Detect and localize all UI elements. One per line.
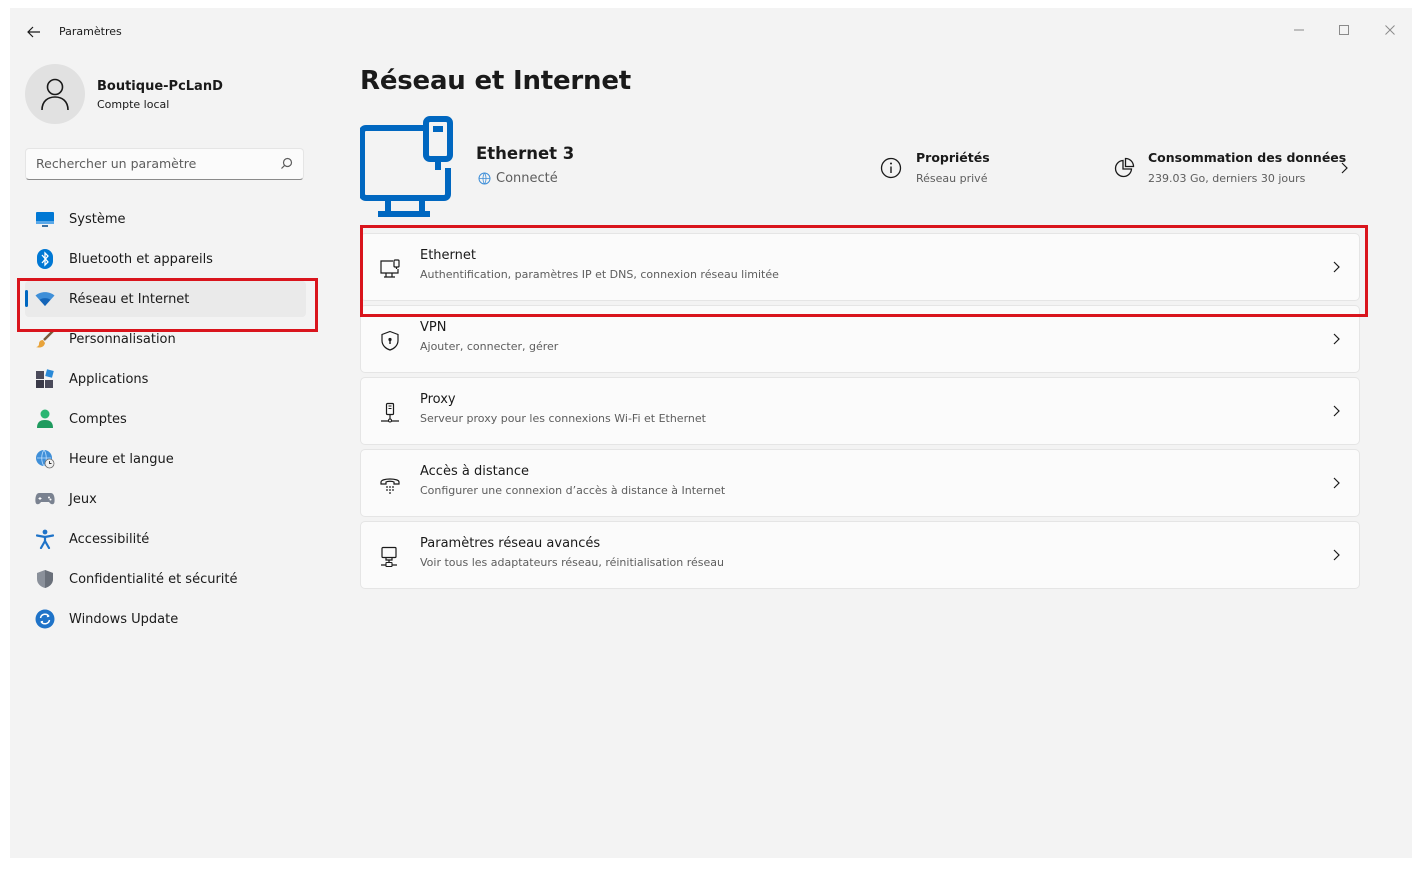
sidebar-item-label: Bluetooth et appareils <box>69 252 213 267</box>
search-input[interactable] <box>36 156 276 171</box>
user-name: Boutique-PcLanD <box>97 79 223 94</box>
sidebar-item-label: Confidentialité et sécurité <box>69 572 238 587</box>
chevron-right-icon <box>1333 405 1340 417</box>
sidebar-item-reseau[interactable]: Réseau et Internet <box>25 281 306 317</box>
sidebar-item-label: Comptes <box>69 412 127 427</box>
active-indicator <box>25 290 28 307</box>
sidebar-item-label: Accessibilité <box>69 532 150 547</box>
ethernet-monitor-icon <box>360 116 453 217</box>
chevron-right-icon <box>1341 162 1348 174</box>
update-icon <box>35 609 55 629</box>
network-adapter-icon <box>379 546 401 568</box>
chevron-right-icon <box>1333 261 1340 273</box>
chevron-right-icon <box>1333 477 1340 489</box>
system-icon <box>35 209 55 229</box>
proxy-icon <box>379 402 401 424</box>
sidebar-item-label: Applications <box>69 372 149 387</box>
card-subtitle: Ajouter, connecter, gérer <box>420 340 559 353</box>
sidebar-item-confidentialite[interactable]: Confidentialité et sécurité <box>25 561 306 597</box>
accessibility-icon <box>35 529 55 549</box>
sidebar-item-comptes[interactable]: Comptes <box>25 401 306 437</box>
card-subtitle: Serveur proxy pour les connexions Wi-Fi … <box>420 412 706 425</box>
card-subtitle: Authentification, paramètres IP et DNS, … <box>420 268 779 281</box>
vpn-card[interactable]: VPN Ajouter, connecter, gérer <box>360 305 1360 373</box>
data-usage-title: Consommation des données <box>1148 150 1347 165</box>
sidebar-item-heure-langue[interactable]: Heure et langue <box>25 441 306 477</box>
sidebar-item-bluetooth[interactable]: Bluetooth et appareils <box>25 241 306 277</box>
sidebar-item-label: Jeux <box>69 492 97 507</box>
app-title: Paramètres <box>59 25 122 38</box>
properties-title: Propriétés <box>916 150 990 165</box>
card-title: Proxy <box>420 392 456 407</box>
minimize-icon <box>1294 29 1304 31</box>
person-icon <box>35 409 55 429</box>
vpn-shield-icon <box>379 330 401 352</box>
sidebar-item-systeme[interactable]: Système <box>25 201 306 237</box>
minimize-button[interactable] <box>1285 16 1313 44</box>
user-icon <box>41 78 69 111</box>
shield-icon <box>35 569 55 589</box>
brush-icon <box>35 329 55 349</box>
pie-chart-icon <box>1114 157 1135 178</box>
sidebar-item-label: Windows Update <box>69 612 179 627</box>
card-subtitle: Configurer une connexion d’accès à dista… <box>420 484 726 497</box>
ethernet-card[interactable]: Ethernet Authentification, paramètres IP… <box>360 233 1360 301</box>
sidebar-item-windows-update[interactable]: Windows Update <box>25 601 306 637</box>
data-usage-link[interactable]: Consommation des données 239.03 Go, dern… <box>1113 148 1363 192</box>
dialup-card[interactable]: Accès à distance Configurer une connexio… <box>360 449 1360 517</box>
sidebar-nav: Système Bluetooth et appareils Réseau et… <box>25 201 306 641</box>
close-button[interactable] <box>1376 16 1404 44</box>
adapter-status: Connecté <box>478 171 558 186</box>
sidebar-item-applications[interactable]: Applications <box>25 361 306 397</box>
globe-icon <box>478 172 491 185</box>
adapter-name: Ethernet 3 <box>476 144 575 163</box>
card-title: Ethernet <box>420 248 476 263</box>
card-title: VPN <box>420 320 447 335</box>
settings-list: Ethernet Authentification, paramètres IP… <box>360 233 1360 593</box>
sidebar-item-label: Personnalisation <box>69 332 176 347</box>
gamepad-icon <box>35 489 55 509</box>
page-title: Réseau et Internet <box>360 66 632 96</box>
sidebar-item-jeux[interactable]: Jeux <box>25 481 306 517</box>
sidebar-item-personnalisation[interactable]: Personnalisation <box>25 321 306 357</box>
dialup-icon <box>379 474 401 496</box>
globe-clock-icon <box>35 449 55 469</box>
card-title: Accès à distance <box>420 464 530 479</box>
status-text: Connecté <box>496 171 558 186</box>
arrow-left-icon <box>27 26 40 38</box>
avatar[interactable] <box>25 64 85 124</box>
data-usage-subtitle: 239.03 Go, derniers 30 jours <box>1148 172 1306 185</box>
proxy-card[interactable]: Proxy Serveur proxy pour les connexions … <box>360 377 1360 445</box>
search-icon[interactable] <box>280 157 293 170</box>
close-icon <box>1385 25 1395 35</box>
search-box[interactable] <box>25 148 304 180</box>
info-icon <box>880 157 902 179</box>
chevron-right-icon <box>1333 549 1340 561</box>
sidebar-item-label: Système <box>69 212 126 227</box>
back-button[interactable] <box>24 22 44 42</box>
advanced-network-card[interactable]: Paramètres réseau avancés Voir tous les … <box>360 521 1360 589</box>
maximize-icon <box>1339 25 1349 35</box>
wifi-icon <box>35 289 55 309</box>
bluetooth-icon <box>35 249 55 269</box>
title-bar: Paramètres <box>10 8 1412 54</box>
sidebar-item-label: Heure et langue <box>69 452 174 467</box>
settings-window: Paramètres Boutique-PcLanD Compte local <box>10 8 1412 858</box>
card-title: Paramètres réseau avancés <box>420 536 601 551</box>
maximize-button[interactable] <box>1330 16 1358 44</box>
sidebar-item-accessibilite[interactable]: Accessibilité <box>25 521 306 557</box>
apps-icon <box>35 369 55 389</box>
sidebar-item-label: Réseau et Internet <box>69 292 190 307</box>
card-subtitle: Voir tous les adaptateurs réseau, réinit… <box>420 556 724 569</box>
properties-subtitle: Réseau privé <box>916 172 988 185</box>
ethernet-icon <box>379 258 401 280</box>
account-type: Compte local <box>97 98 170 111</box>
chevron-right-icon <box>1333 333 1340 345</box>
